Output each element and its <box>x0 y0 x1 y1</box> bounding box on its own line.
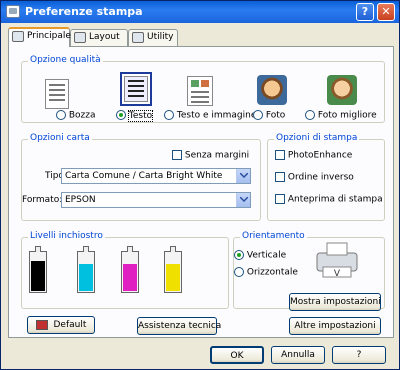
tab-label: Layout <box>89 32 120 42</box>
quality-option-foto-migliore[interactable]: Foto migliore <box>305 110 377 121</box>
tech-support-button[interactable]: Assistenza tecnica <box>137 317 221 335</box>
help-button[interactable]: ? <box>332 346 386 364</box>
radio-testo[interactable] <box>116 110 126 120</box>
group-legend: Opzioni carta <box>28 133 92 143</box>
ok-button[interactable]: OK <box>210 346 264 364</box>
group-legend: Opzioni di stampa <box>274 133 360 143</box>
ink-cartridge-2 <box>77 246 95 293</box>
quality-option-foto[interactable]: Foto <box>253 110 285 121</box>
print-preview-checkbox[interactable]: Anteprima di stampa <box>275 194 383 205</box>
print-preferences-window: Preferenze stampa ? ✕ Principale Layout … <box>0 0 400 370</box>
group-legend: Livelli inchiostro <box>28 231 105 241</box>
utility-icon <box>132 32 144 43</box>
option-label: Foto migliore <box>317 110 377 121</box>
tab-label: Utility <box>147 32 174 42</box>
select-value: Carta Comune / Carta Bright White <box>65 171 223 181</box>
radio-portrait[interactable] <box>234 250 244 260</box>
chevron-down-icon[interactable] <box>236 193 250 207</box>
best-photo-icon[interactable] <box>327 75 357 105</box>
ink-level-fill <box>123 264 137 291</box>
reverse-order-check[interactable] <box>275 172 285 182</box>
portrait-option[interactable]: Verticale <box>234 250 286 261</box>
tab-principale[interactable]: Principale <box>8 27 71 47</box>
checkbox-label: Senza margini <box>184 150 250 161</box>
print-preview-check[interactable] <box>275 194 285 204</box>
button-label: Default <box>53 320 87 330</box>
ink-cap <box>35 246 41 252</box>
landscape-option[interactable]: Orizzontale <box>234 267 298 278</box>
paper-type-select[interactable]: Carta Comune / Carta Bright White <box>61 168 251 184</box>
photoenhance-check[interactable] <box>275 150 285 160</box>
window-title: Preferenze stampa <box>25 5 143 18</box>
tab-layout[interactable]: Layout <box>70 29 128 46</box>
paper-format-label: Formato: <box>22 195 63 205</box>
ink-cap <box>127 246 133 252</box>
text-quality-icon[interactable] <box>120 72 152 106</box>
group-legend: Opzione qualità <box>28 55 103 65</box>
option-label: Orizzontale <box>246 267 298 278</box>
ink-cap <box>83 246 89 252</box>
radio-foto[interactable] <box>253 110 263 120</box>
ink-cartridge-4 <box>164 246 182 293</box>
borderless-check[interactable] <box>172 150 182 160</box>
printer-illustration-icon: V <box>316 242 358 279</box>
photoenhance-checkbox[interactable]: PhotoEnhance <box>275 150 352 161</box>
close-button[interactable]: ✕ <box>377 3 395 21</box>
tab-utility[interactable]: Utility <box>128 29 178 46</box>
tab-panel: Opzione qualità Bozza Testo Testo e imma… <box>8 46 394 338</box>
svg-text:V: V <box>334 269 341 279</box>
option-label: Testo <box>127 109 154 122</box>
ink-cartridge-3 <box>121 246 139 293</box>
group-legend: Orientamento <box>240 231 307 241</box>
quality-option-testo-immagine[interactable]: Testo e immagine <box>164 110 256 121</box>
printer-icon <box>6 5 20 18</box>
other-settings-button[interactable]: Altre impostazioni <box>289 317 381 335</box>
title-bar: Preferenze stampa ? ✕ <box>1 1 399 23</box>
printer-reset-icon <box>35 319 48 330</box>
chevron-down-icon[interactable] <box>236 169 250 183</box>
option-label: Foto <box>265 110 286 121</box>
option-label: Verticale <box>246 250 287 261</box>
paper-format-select[interactable]: EPSON <box>61 192 251 208</box>
radio-testo-immagine[interactable] <box>164 110 174 120</box>
ink-cap <box>170 246 176 252</box>
ink-level-fill <box>166 264 180 291</box>
tab-label: Principale <box>27 31 71 41</box>
photo-icon[interactable] <box>257 75 287 105</box>
checkbox-label: Ordine inverso <box>287 172 354 183</box>
show-settings-button[interactable]: Mostra impostazioni <box>289 293 381 311</box>
layout-icon <box>74 32 86 43</box>
quality-option-bozza[interactable]: Bozza <box>56 110 96 121</box>
checkbox-label: PhotoEnhance <box>287 150 353 161</box>
ink-level-fill <box>79 264 93 291</box>
quality-option-testo[interactable]: Testo <box>116 109 154 122</box>
radio-bozza[interactable] <box>56 110 66 120</box>
text-image-icon[interactable] <box>187 76 217 108</box>
help-title-button[interactable]: ? <box>356 3 374 21</box>
default-button[interactable]: Default <box>27 316 95 334</box>
radio-landscape[interactable] <box>234 267 244 277</box>
reverse-order-checkbox[interactable]: Ordine inverso <box>275 172 354 183</box>
printer-icon <box>12 31 24 42</box>
option-label: Bozza <box>68 110 96 121</box>
ink-level-fill <box>31 261 45 291</box>
ink-cartridge-1 <box>29 246 47 293</box>
select-value: EPSON <box>65 195 96 205</box>
option-label: Testo e immagine <box>176 110 257 121</box>
draft-icon[interactable] <box>45 79 75 111</box>
cancel-button[interactable]: Annulla <box>271 346 325 364</box>
radio-foto-migliore[interactable] <box>305 110 315 120</box>
checkbox-label: Anteprima di stampa <box>287 194 383 205</box>
borderless-checkbox[interactable]: Senza margini <box>172 150 249 161</box>
